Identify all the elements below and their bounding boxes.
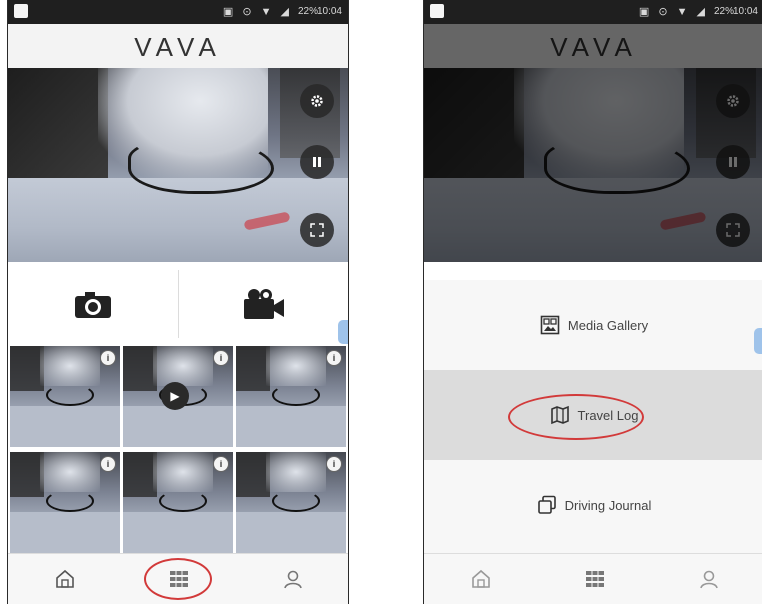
thumbnail-image-cable xyxy=(272,490,320,512)
bottom-navigation xyxy=(8,553,348,604)
fullscreen-button[interactable] xyxy=(300,213,334,247)
thumbnail-image xyxy=(123,452,157,497)
nav-home[interactable] xyxy=(424,554,538,604)
thumbnail-image xyxy=(10,452,44,497)
status-time: 10:04 xyxy=(732,6,758,17)
dim-overlay[interactable] xyxy=(424,24,762,262)
info-icon[interactable]: i xyxy=(213,456,229,472)
take-photo-button[interactable] xyxy=(8,262,178,346)
home-icon xyxy=(56,569,74,588)
status-icons: ▣ ⊙ ▼ ◢ xyxy=(638,6,708,18)
thumbnail-image-light xyxy=(40,452,100,492)
thumbnail-item[interactable]: i ▶ xyxy=(123,346,233,447)
thumbnail-item[interactable]: i xyxy=(123,452,233,553)
nav-profile[interactable] xyxy=(652,554,762,604)
nav-gallery[interactable] xyxy=(122,554,236,604)
app-header: VAVA xyxy=(8,24,348,68)
side-handle[interactable] xyxy=(754,328,762,354)
info-icon[interactable]: i xyxy=(100,350,116,366)
info-icon[interactable]: i xyxy=(100,456,116,472)
user-icon xyxy=(700,570,718,589)
info-icon[interactable]: i xyxy=(326,350,342,366)
home-icon xyxy=(472,569,490,588)
thumbnail-item[interactable]: i xyxy=(10,452,120,553)
pause-button[interactable] xyxy=(300,145,334,179)
thumbnail-image xyxy=(10,346,44,391)
play-icon[interactable]: ▶ xyxy=(161,382,189,410)
user-icon xyxy=(284,570,302,589)
status-bar: ▣ ⊙ ▼ ◢ 22% 10:04 xyxy=(424,0,762,24)
vava-logo: VAVA xyxy=(134,32,222,62)
thumbnail-image-cloth xyxy=(236,512,346,553)
thumbnail-image xyxy=(123,346,157,391)
menu-item-label: Media Gallery xyxy=(567,317,649,333)
nav-profile[interactable] xyxy=(236,554,348,604)
fullscreen-icon xyxy=(310,223,324,237)
gallery-menu: Media Gallery Travel Log Driving Journal xyxy=(424,280,762,554)
thumbnail-item[interactable]: i xyxy=(236,452,346,553)
thumbnail-image xyxy=(236,452,270,497)
thumbnail-image-light xyxy=(266,346,326,386)
bottom-navigation xyxy=(424,553,762,604)
thumbnail-image-cloth xyxy=(123,406,233,447)
thumbnail-image-cable xyxy=(272,384,320,406)
settings-button[interactable] xyxy=(300,84,334,118)
camera-icon xyxy=(74,292,111,318)
status-bar: ▣ ⊙ ▼ ◢ 22% 10:04 xyxy=(8,0,348,24)
live-preview[interactable] xyxy=(8,68,348,262)
preview-scene xyxy=(8,68,108,188)
thumbnail-image-cable xyxy=(46,384,94,406)
capture-actions xyxy=(8,262,348,346)
thumbnail-image-light xyxy=(40,346,100,386)
notification-icon xyxy=(430,4,444,18)
thumbnail-image-cloth xyxy=(123,512,233,553)
thumbnail-item[interactable]: i xyxy=(10,346,120,447)
menu-item-label: Driving Journal xyxy=(564,497,652,513)
info-icon[interactable]: i xyxy=(213,350,229,366)
info-icon[interactable]: i xyxy=(326,456,342,472)
nav-home[interactable] xyxy=(8,554,122,604)
media-gallery-icon xyxy=(540,315,560,335)
pause-icon xyxy=(313,157,321,167)
grid-icon xyxy=(586,571,604,587)
menu-item-media-gallery[interactable]: Media Gallery xyxy=(424,280,762,370)
status-icons: ▣ ⊙ ▼ ◢ xyxy=(222,6,292,18)
battery-level: 22% xyxy=(713,6,734,17)
thumbnail-image-light xyxy=(153,452,213,492)
menu-item-driving-journal[interactable]: Driving Journal xyxy=(424,460,762,550)
thumbnail-image xyxy=(236,346,270,391)
side-handle[interactable] xyxy=(338,320,348,344)
thumbnail-image-cable xyxy=(159,490,207,512)
nav-gallery[interactable] xyxy=(538,554,652,604)
record-video-button[interactable] xyxy=(179,262,349,346)
highlight-ellipse xyxy=(508,394,644,440)
video-camera-icon xyxy=(244,289,285,319)
notification-icon xyxy=(14,4,28,18)
thumbnail-item[interactable]: i xyxy=(236,346,346,447)
journal-icon xyxy=(537,495,556,514)
thumbnail-image-light xyxy=(266,452,326,492)
media-thumbnails: i i ▶ i i i i xyxy=(8,346,348,554)
gear-icon xyxy=(311,95,323,107)
right-phone-screen: ▣ ⊙ ▼ ◢ 22% 10:04 VAVA Media Gallery Tra… xyxy=(423,0,762,604)
battery-level: 22% xyxy=(297,6,318,17)
highlight-ellipse xyxy=(144,558,212,600)
thumbnail-image-cloth xyxy=(236,406,346,447)
thumbnail-image-cable xyxy=(46,490,94,512)
left-phone-screen: ▣ ⊙ ▼ ◢ 22% 10:04 VAVA i i ▶ i i i i xyxy=(7,0,349,604)
thumbnail-image-cloth xyxy=(10,512,120,553)
thumbnail-image-light xyxy=(153,346,213,386)
status-time: 10:04 xyxy=(316,6,342,17)
thumbnail-image-cloth xyxy=(10,406,120,447)
menu-item-travel-log[interactable]: Travel Log xyxy=(424,370,762,460)
